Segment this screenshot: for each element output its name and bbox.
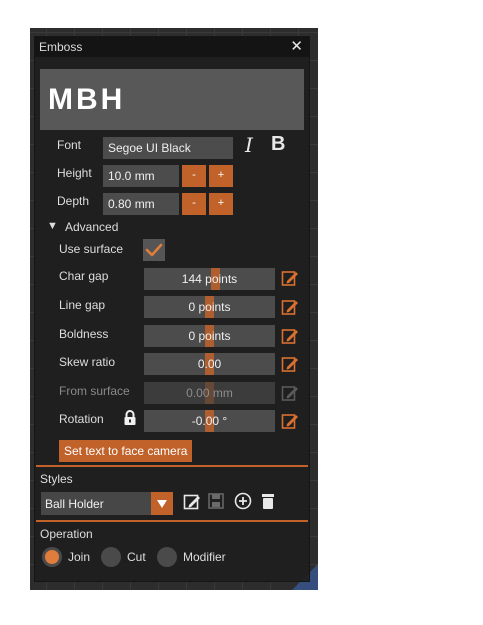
from-surface-slider: 0.00 mm xyxy=(144,382,275,404)
chevron-down-icon[interactable] xyxy=(151,492,173,515)
emboss-dialog: Emboss ✕ MBH Font Segoe UI Black I B Hei… xyxy=(34,36,310,582)
join-radio[interactable] xyxy=(42,547,62,567)
checkmark-icon xyxy=(145,243,163,257)
skew-ratio-edit-icon[interactable] xyxy=(281,355,299,373)
divider xyxy=(36,520,308,522)
cut-label[interactable]: Cut xyxy=(127,550,146,564)
operation-header: Operation xyxy=(40,527,93,541)
use-surface-checkbox[interactable] xyxy=(143,239,165,261)
line-gap-label: Line gap xyxy=(59,298,106,312)
italic-button[interactable]: I xyxy=(245,133,253,157)
rotation-value: -0.00 ° xyxy=(191,414,228,428)
depth-label: Depth xyxy=(57,194,90,208)
line-gap-edit-icon[interactable] xyxy=(281,298,299,316)
skew-ratio-slider[interactable]: 0.00 xyxy=(144,353,275,375)
save-icon xyxy=(208,493,224,514)
bold-button[interactable]: B xyxy=(271,133,285,156)
rotation-edit-icon[interactable] xyxy=(281,412,299,430)
height-label: Height xyxy=(57,166,92,180)
styles-header: Styles xyxy=(40,472,73,486)
char-gap-label: Char gap xyxy=(59,269,109,283)
boldness-slider[interactable]: 0 points xyxy=(144,325,275,347)
use-surface-label: Use surface xyxy=(59,242,124,256)
edit-style-icon[interactable] xyxy=(183,493,201,516)
char-gap-slider[interactable]: 144 points xyxy=(144,268,275,290)
line-gap-value: 0 points xyxy=(188,300,231,314)
advanced-header[interactable]: Advanced xyxy=(65,220,118,234)
skew-ratio-label: Skew ratio xyxy=(59,355,116,369)
boldness-value: 0 points xyxy=(188,329,231,343)
title-bar[interactable]: Emboss ✕ xyxy=(35,37,309,57)
divider xyxy=(36,465,308,467)
style-select-value: Ball Holder xyxy=(45,496,104,511)
depth-decrease-button[interactable]: - xyxy=(182,193,206,215)
rotation-slider[interactable]: -0.00 ° xyxy=(144,410,275,432)
face-camera-button[interactable]: Set text to face camera xyxy=(59,440,193,462)
add-icon[interactable] xyxy=(234,492,252,515)
style-select[interactable]: Ball Holder xyxy=(41,492,173,515)
from-surface-label: From surface xyxy=(59,384,130,398)
height-field[interactable]: 10.0 mm xyxy=(103,165,179,187)
cut-radio[interactable] xyxy=(101,547,121,567)
height-increase-button[interactable]: + xyxy=(209,165,233,187)
delete-icon[interactable] xyxy=(261,493,275,515)
depth-increase-button[interactable]: + xyxy=(209,193,233,215)
boldness-edit-icon[interactable] xyxy=(281,327,299,345)
line-gap-slider[interactable]: 0 points xyxy=(144,296,275,318)
font-label: Font xyxy=(57,138,82,152)
from-surface-edit-icon xyxy=(281,386,298,401)
window-title: Emboss xyxy=(39,40,83,54)
font-field[interactable]: Segoe UI Black xyxy=(103,137,233,159)
height-decrease-button[interactable]: - xyxy=(182,165,206,187)
char-gap-value: 144 points xyxy=(181,272,238,286)
modifier-radio[interactable] xyxy=(157,547,177,567)
boldness-label: Boldness xyxy=(59,327,109,341)
char-gap-edit-icon[interactable] xyxy=(281,269,299,287)
preview-text: MBH xyxy=(48,82,126,116)
close-icon[interactable]: ✕ xyxy=(290,38,303,56)
depth-field[interactable]: 0.80 mm xyxy=(103,193,179,215)
skew-ratio-value: 0.00 xyxy=(197,357,222,371)
rotation-label: Rotation xyxy=(59,412,104,426)
from-surface-value: 0.00 mm xyxy=(186,386,233,400)
modifier-label[interactable]: Modifier xyxy=(183,550,226,564)
advanced-collapse-icon[interactable]: ▼ xyxy=(47,220,58,232)
lock-icon[interactable] xyxy=(123,410,137,431)
text-preview[interactable]: MBH xyxy=(40,69,304,130)
join-label[interactable]: Join xyxy=(68,550,90,564)
